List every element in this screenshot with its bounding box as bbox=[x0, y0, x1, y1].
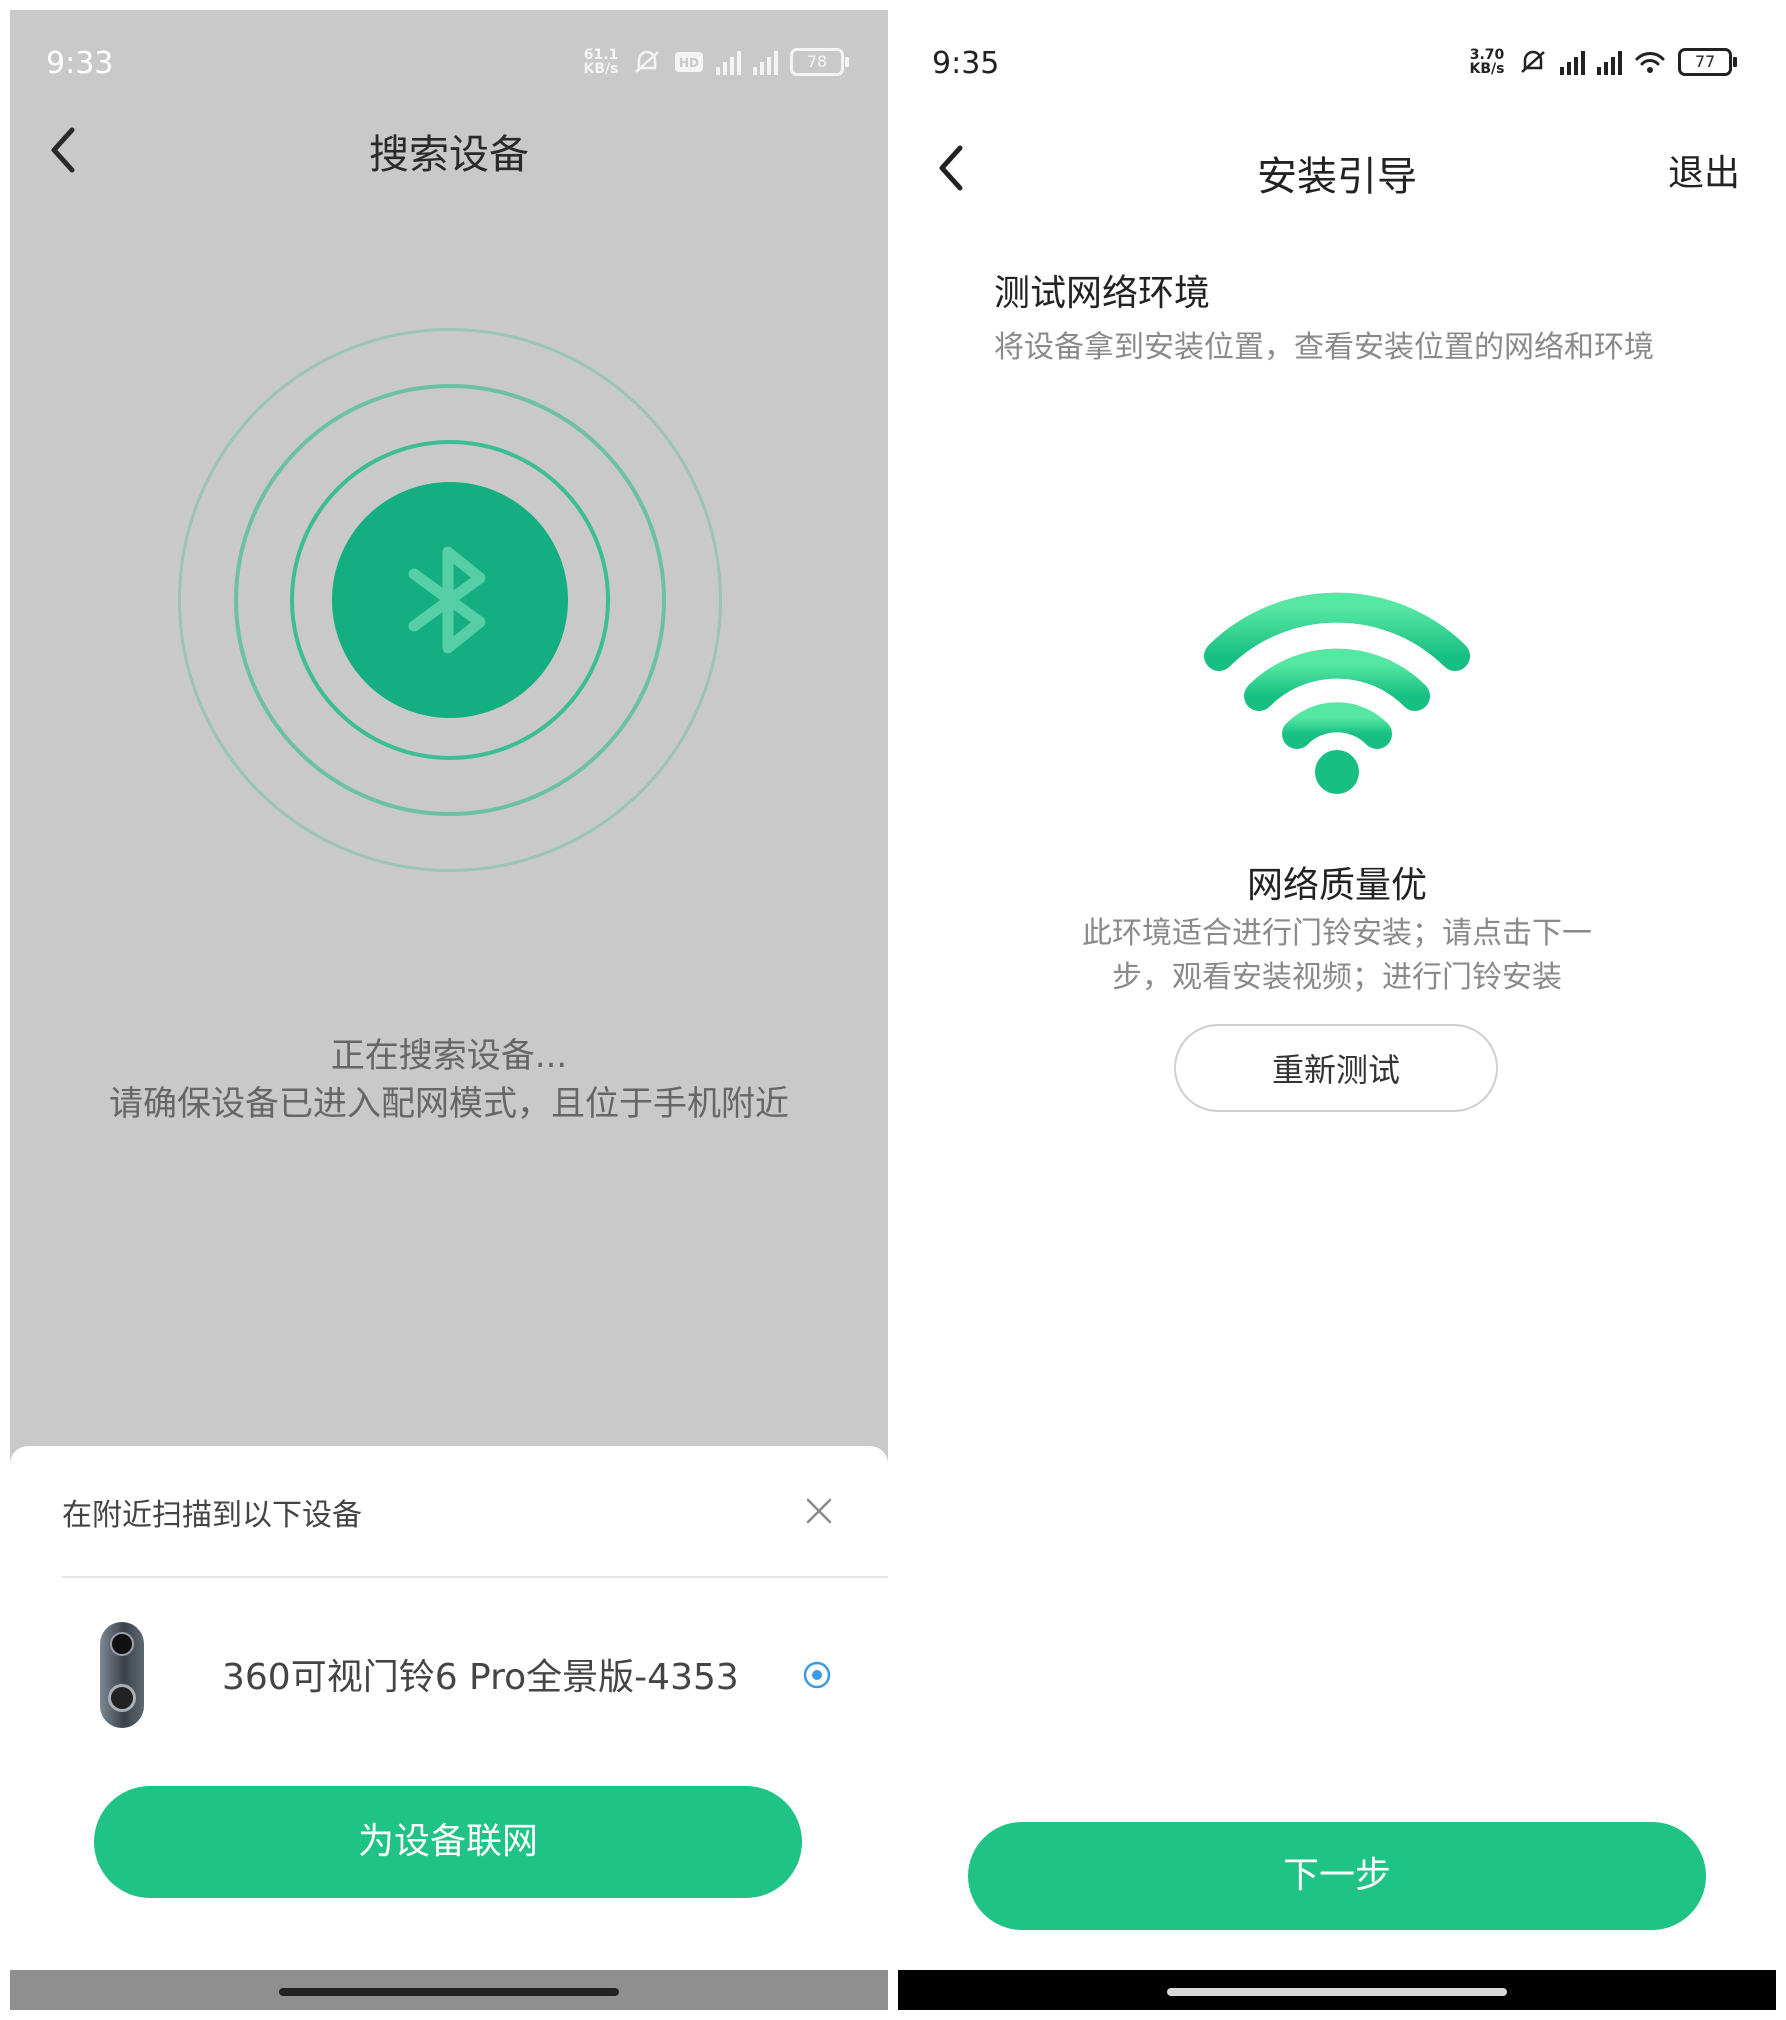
doorbell-button bbox=[108, 1684, 136, 1712]
wifi-status-icon bbox=[1635, 52, 1665, 73]
divider bbox=[62, 1576, 888, 1578]
mute-icon bbox=[635, 50, 659, 73]
status-bar: 9:35 3.70 KB/s 77 bbox=[898, 10, 1776, 120]
doorbell-image bbox=[100, 1622, 144, 1728]
search-device-screen: 9:33 61.1 KB/s HD 78 搜索设备 正在搜索设备... 请确保设… bbox=[10, 10, 888, 2010]
page-title: 安装引导 bbox=[1257, 154, 1417, 200]
gesture-bar-area bbox=[10, 1970, 888, 2010]
home-indicator[interactable] bbox=[1167, 1988, 1507, 1996]
mute-icon bbox=[1521, 50, 1545, 73]
bluetooth-core bbox=[332, 482, 568, 718]
searching-hint: 请确保设备已进入配网模式，且位于手机附近 bbox=[109, 1084, 789, 1124]
retest-button[interactable]: 重新测试 bbox=[1174, 1024, 1498, 1112]
bluetooth-icon bbox=[408, 546, 486, 654]
next-step-button[interactable]: 下一步 bbox=[968, 1822, 1706, 1930]
signal-icon bbox=[753, 49, 778, 75]
status-time: 9:35 bbox=[932, 46, 1000, 81]
status-icons: 3.70 KB/s 77 bbox=[1468, 47, 1737, 77]
bluetooth-radar bbox=[178, 328, 722, 872]
network-quality-title: 网络质量优 bbox=[1246, 865, 1427, 906]
page-title: 搜索设备 bbox=[369, 132, 529, 178]
wifi-icon bbox=[1204, 592, 1470, 794]
signal-icon bbox=[716, 49, 741, 75]
section-title: 测试网络环境 bbox=[994, 273, 1211, 314]
device-name: 360可视门铃6 Pro全景版-4353 bbox=[222, 1657, 739, 1698]
battery-icon: 78 bbox=[790, 48, 849, 76]
signal-icon bbox=[1560, 49, 1585, 75]
navbar: 搜索设备 bbox=[10, 110, 888, 190]
device-list-item[interactable]: 360可视门铃6 Pro全景版-4353 bbox=[62, 1600, 848, 1750]
network-quality-description: 此环境适合进行门铃安装；请点击下一步，观看安装视频；进行门铃安装 bbox=[1082, 916, 1592, 995]
hd-icon: HD bbox=[675, 52, 703, 72]
exit-button[interactable]: 退出 bbox=[1668, 144, 1740, 196]
sheet-title: 在附近扫描到以下设备 bbox=[62, 1498, 362, 1533]
install-guide-screen: 9:35 3.70 KB/s 77 安装引导 退出 测试网络环境 将设备拿到安装… bbox=[898, 10, 1776, 2010]
close-icon[interactable] bbox=[804, 1496, 834, 1526]
signal-icon bbox=[1597, 49, 1622, 75]
home-indicator[interactable] bbox=[279, 1988, 619, 1996]
net-speed: 3.70 KB/s bbox=[1469, 47, 1505, 77]
gesture-bar-area bbox=[898, 1970, 1776, 2010]
battery-icon: 77 bbox=[1678, 48, 1737, 76]
scan-result-sheet: 在附近扫描到以下设备 360可视门铃6 Pro全景版-4353 为设备联网 bbox=[10, 1446, 888, 1970]
net-speed: 61.1 KB/s bbox=[583, 47, 619, 77]
radio-selected-icon[interactable] bbox=[802, 1660, 832, 1690]
camera-lens bbox=[110, 1632, 134, 1656]
navbar: 安装引导 退出 bbox=[898, 128, 1776, 208]
status-icons: 61.1 KB/s HD 78 bbox=[582, 47, 849, 77]
connect-device-button[interactable]: 为设备联网 bbox=[94, 1786, 802, 1898]
searching-line: 正在搜索设备... bbox=[330, 1036, 568, 1076]
svg-text:HD: HD bbox=[679, 56, 699, 70]
searching-message: 正在搜索设备... 请确保设备已进入配网模式，且位于手机附近 bbox=[10, 1032, 888, 1128]
status-time: 9:33 bbox=[46, 46, 114, 81]
status-bar: 9:33 61.1 KB/s HD 78 bbox=[10, 10, 888, 120]
section-subtitle: 将设备拿到安装位置，查看安装位置的网络和环境 bbox=[994, 330, 1654, 365]
